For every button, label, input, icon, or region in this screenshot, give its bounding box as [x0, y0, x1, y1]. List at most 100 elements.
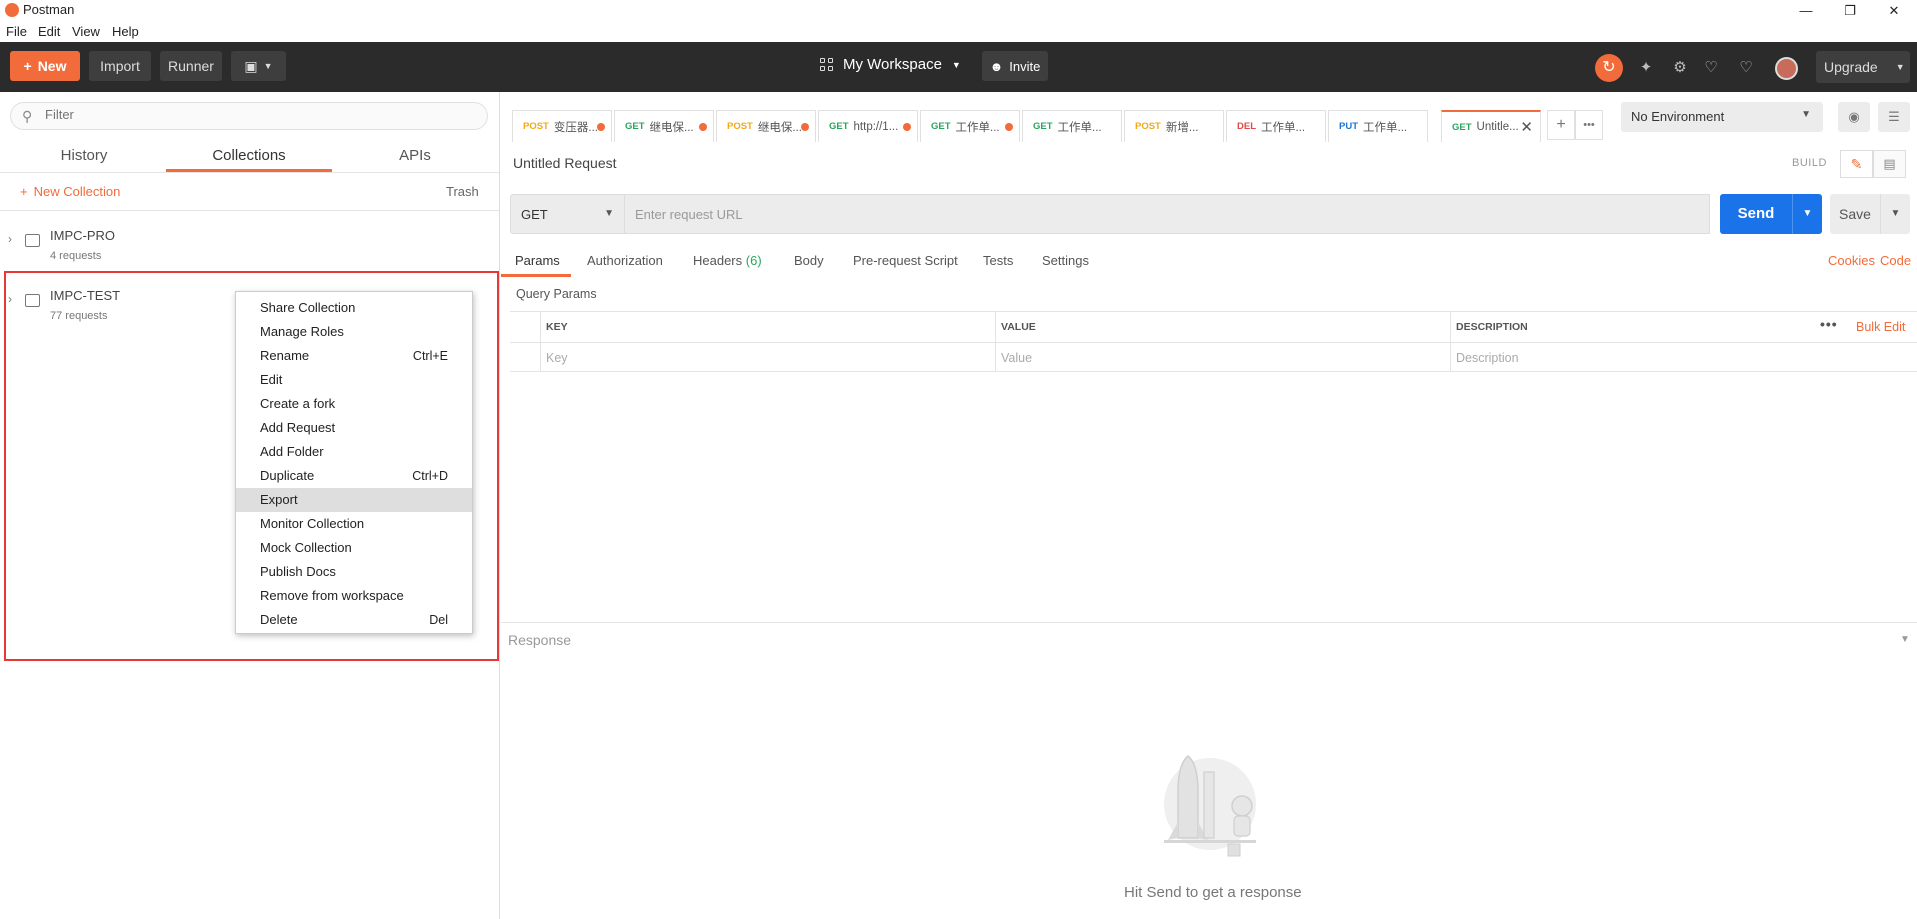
menu-file[interactable]: File	[6, 24, 27, 39]
tab-history[interactable]: History	[40, 147, 128, 164]
plus-icon: +	[23, 58, 32, 74]
active-tab-indicator	[501, 274, 571, 277]
request-tab[interactable]: POST 变压器...	[512, 110, 612, 142]
satellite-icon[interactable]: ✦	[1637, 59, 1655, 77]
menu-view[interactable]: View	[72, 24, 100, 39]
tab-apis[interactable]: APIs	[380, 147, 450, 164]
request-tab[interactable]: GET 工作单...	[1022, 110, 1122, 142]
save-options-chevron-icon[interactable]: ▼	[1880, 194, 1910, 234]
send-options-chevron-icon[interactable]: ▼	[1792, 194, 1822, 234]
menu-item-add-folder[interactable]: Add Folder	[236, 440, 472, 464]
eye-icon[interactable]: ◉	[1838, 102, 1870, 132]
request-tab[interactable]: GET 工作单...	[920, 110, 1020, 142]
upgrade-button[interactable]: Upgrade ▼	[1816, 51, 1910, 83]
method-select[interactable]: GET ▼	[510, 194, 625, 234]
filter-box: ⚲	[10, 102, 488, 130]
close-tab-icon[interactable]: ✕	[1520, 118, 1533, 136]
workspace-name: My Workspace	[843, 56, 942, 73]
menu-item-manage-roles[interactable]: Manage Roles	[236, 320, 472, 344]
chevron-down-icon[interactable]: ▼	[1900, 634, 1910, 645]
request-tab[interactable]: GET http://1...	[818, 110, 918, 142]
minimize-icon[interactable]: —	[1784, 0, 1828, 21]
divider	[1450, 312, 1451, 372]
value-input[interactable]: Value	[1001, 351, 1032, 365]
chevron-right-icon[interactable]: ›	[8, 232, 12, 246]
menu-item-monitor-collection[interactable]: Monitor Collection	[236, 512, 472, 536]
new-window-button[interactable]: ▣ ▼	[231, 51, 286, 81]
request-tab[interactable]: GET 继电保...	[614, 110, 714, 142]
avatar[interactable]	[1775, 57, 1798, 80]
rocket-astronaut-illustration	[1164, 755, 1256, 857]
chevron-down-icon: ▼	[263, 61, 273, 71]
chevron-down-icon: ▼	[604, 208, 614, 219]
tab-authorization[interactable]: Authorization	[587, 253, 663, 268]
tab-settings[interactable]: Settings	[1042, 253, 1089, 268]
request-tab[interactable]: PUT 工作单...	[1328, 110, 1428, 142]
tab-body[interactable]: Body	[794, 253, 824, 268]
cookies-link[interactable]: Cookies	[1828, 253, 1875, 268]
chevron-down-icon: ▼	[951, 59, 961, 70]
tab-prerequest-script[interactable]: Pre-request Script	[853, 253, 958, 268]
filter-input[interactable]	[45, 107, 465, 122]
menu-item-remove-from-workspace[interactable]: Remove from workspace	[236, 584, 472, 608]
heart-icon[interactable]: ♡	[1737, 59, 1755, 77]
pencil-icon[interactable]: ✎	[1840, 150, 1873, 178]
close-window-icon[interactable]: ✕	[1872, 0, 1916, 21]
menu-item-publish-docs[interactable]: Publish Docs	[236, 560, 472, 584]
menu-item-mock-collection[interactable]: Mock Collection	[236, 536, 472, 560]
more-options-icon[interactable]: •••	[1820, 316, 1838, 332]
import-button[interactable]: Import	[89, 51, 151, 81]
unsaved-dot	[1005, 123, 1013, 131]
save-button[interactable]: Save	[1830, 194, 1880, 234]
code-link[interactable]: Code	[1880, 253, 1911, 268]
build-label: BUILD	[1792, 157, 1827, 169]
title-bar: Postman — ❐ ✕	[0, 0, 1917, 21]
divider	[501, 622, 1917, 623]
description-input[interactable]: Description	[1456, 351, 1519, 365]
search-icon: ⚲	[22, 108, 33, 124]
sync-icon[interactable]: ↻	[1595, 54, 1623, 82]
environment-select[interactable]: No Environment ▼	[1621, 102, 1823, 132]
sliders-icon[interactable]: ☰	[1878, 102, 1910, 132]
send-button[interactable]: Send	[1720, 194, 1792, 234]
restore-icon[interactable]: ❐	[1828, 0, 1872, 21]
menu-item-create-fork[interactable]: Create a fork	[236, 392, 472, 416]
request-tab[interactable]: POST 继电保...	[716, 110, 816, 142]
bulk-edit-link[interactable]: Bulk Edit	[1856, 320, 1905, 334]
more-tabs-icon[interactable]: •••	[1575, 110, 1603, 140]
gear-icon[interactable]: ⚙	[1671, 59, 1689, 77]
invite-button[interactable]: ☻ Invite	[982, 51, 1048, 81]
request-tab[interactable]: DEL 工作单...	[1226, 110, 1326, 142]
tab-tests[interactable]: Tests	[983, 253, 1013, 268]
tab-collections[interactable]: Collections	[166, 147, 332, 164]
request-tab-active[interactable]: GET Untitle... ✕	[1441, 110, 1541, 142]
workspace-switcher[interactable]: My Workspace ▼	[820, 56, 961, 73]
chevron-down-icon: ▼	[1895, 62, 1905, 72]
menu-help[interactable]: Help	[112, 24, 139, 39]
bell-icon[interactable]: ♡	[1702, 59, 1720, 77]
unsaved-dot	[903, 123, 911, 131]
url-input[interactable]: Enter request URL	[625, 194, 1710, 234]
menu-item-share-collection[interactable]: Share Collection	[236, 296, 472, 320]
tab-params[interactable]: Params	[515, 253, 560, 268]
new-button[interactable]: + New	[10, 51, 80, 81]
menu-item-edit[interactable]: Edit	[236, 368, 472, 392]
query-params-title: Query Params	[516, 287, 597, 301]
tab-headers[interactable]: Headers (6)	[693, 253, 762, 268]
add-tab-icon[interactable]: +	[1547, 110, 1575, 140]
menu-item-add-request[interactable]: Add Request	[236, 416, 472, 440]
collection-count: 4 requests	[50, 250, 102, 262]
collection-item[interactable]: › IMPC-PRO 4 requests	[0, 222, 499, 278]
menu-item-export[interactable]: Export	[236, 488, 472, 512]
menu-item-delete[interactable]: Delete Del	[236, 608, 472, 632]
request-name[interactable]: Untitled Request	[513, 155, 617, 171]
comment-icon[interactable]: ▤	[1873, 150, 1906, 178]
runner-button[interactable]: Runner	[160, 51, 222, 81]
menu-item-duplicate[interactable]: Duplicate Ctrl+D	[236, 464, 472, 488]
new-collection-button[interactable]: + New Collection	[20, 184, 120, 199]
key-input[interactable]: Key	[546, 351, 568, 365]
menu-edit[interactable]: Edit	[38, 24, 60, 39]
menu-item-rename[interactable]: Rename Ctrl+E	[236, 344, 472, 368]
trash-button[interactable]: Trash	[446, 184, 479, 199]
request-tab[interactable]: POST 新增...	[1124, 110, 1224, 142]
